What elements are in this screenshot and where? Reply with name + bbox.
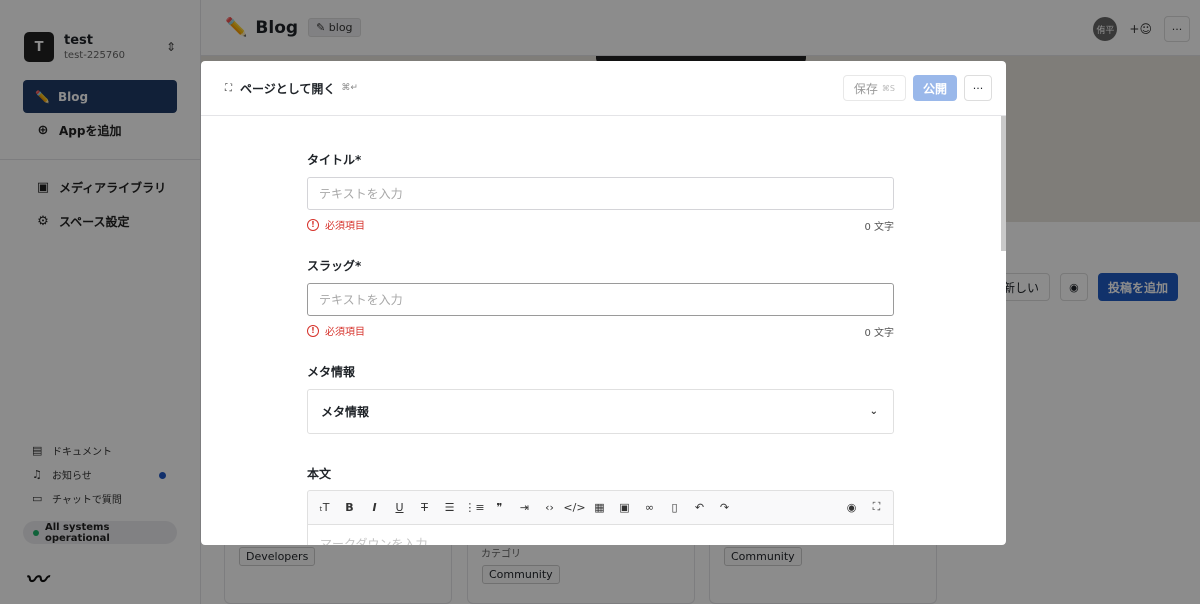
publish-button[interactable]: 公開 — [912, 75, 957, 101]
slug-error: ! 必須項目 — [307, 323, 365, 338]
slug-char-count: 0 文字 — [864, 328, 894, 339]
numbered-list-icon[interactable]: ⋮≡ — [462, 501, 487, 514]
title-error: ! 必須項目 — [307, 217, 365, 232]
title-label: タイトル* — [307, 153, 362, 167]
slug-input[interactable]: テキストを入力 — [307, 283, 894, 316]
title-char-count: 0 文字 — [864, 222, 894, 233]
open-as-page-link[interactable]: ページとして開く — [240, 80, 335, 97]
meta-label: メタ情報 — [307, 365, 356, 379]
alert-circle-icon: ! — [307, 218, 319, 231]
underline-icon[interactable]: U — [387, 501, 412, 514]
undo-icon[interactable]: ↶ — [687, 501, 712, 514]
alert-circle-icon: ! — [307, 324, 319, 337]
title-error-text: 必須項目 — [325, 221, 365, 232]
redo-icon[interactable]: ↷ — [712, 501, 737, 514]
slug-label: スラッグ* — [307, 259, 362, 273]
slug-error-text: 必須項目 — [325, 327, 365, 338]
code-block-icon[interactable]: </> — [562, 501, 587, 514]
title-input[interactable]: テキストを入力 — [307, 177, 894, 210]
fullscreen-icon[interactable]: ⛶ — [864, 500, 889, 514]
preview-eye-icon[interactable]: ◉ — [839, 501, 864, 514]
open-shortcut: ⌘↵ — [341, 83, 358, 93]
image-icon[interactable]: ▣ — [612, 501, 637, 514]
meta-accordion[interactable]: メタ情報 ⌄ — [307, 389, 894, 434]
markdown-editor[interactable]: マークダウンを入力 — [307, 524, 894, 545]
bullet-list-icon[interactable]: ☰ — [437, 501, 462, 514]
quote-icon[interactable]: ❞ — [487, 501, 512, 514]
modal-header: ⛶ ページとして開く ⌘↵ 保存 ⌘S 公開 ··· — [201, 61, 1006, 116]
expand-icon[interactable]: ⛶ — [225, 83, 232, 94]
scrollbar[interactable] — [1001, 116, 1006, 251]
markdown-toolbar: ₜT B I U T ☰ ⋮≡ ❞ ⇥ ‹› </> ▦ ▣ ∞ ▯ ↶ ↷ ◉… — [307, 490, 894, 524]
meta-accordion-label: メタ情報 — [321, 405, 370, 419]
save-shortcut: ⌘S — [881, 83, 895, 93]
post-editor-modal: ⛶ ページとして開く ⌘↵ 保存 ⌘S 公開 ··· タイトル* テキストを入力… — [201, 61, 1006, 545]
table-icon[interactable]: ▦ — [587, 501, 612, 514]
text-size-icon[interactable]: ₜT — [312, 501, 337, 514]
body-label: 本文 — [307, 467, 332, 481]
modal-body: タイトル* テキストを入力 ! 必須項目 0 文字 スラッグ* テキストを入力 … — [201, 116, 1006, 545]
strikethrough-icon[interactable]: T — [412, 501, 437, 514]
code-icon[interactable]: ‹› — [537, 501, 562, 514]
wrap-icon[interactable]: ⇥ — [512, 501, 537, 514]
chevron-down-icon: ⌄ — [869, 406, 878, 417]
more-options-button[interactable]: ··· — [964, 75, 992, 101]
italic-icon[interactable]: I — [362, 501, 387, 514]
trash-icon[interactable]: ▯ — [662, 501, 687, 514]
link-icon[interactable]: ∞ — [637, 501, 662, 514]
bold-icon[interactable]: B — [337, 501, 362, 514]
save-label: 保存 — [853, 81, 878, 96]
save-button[interactable]: 保存 ⌘S — [842, 75, 906, 101]
